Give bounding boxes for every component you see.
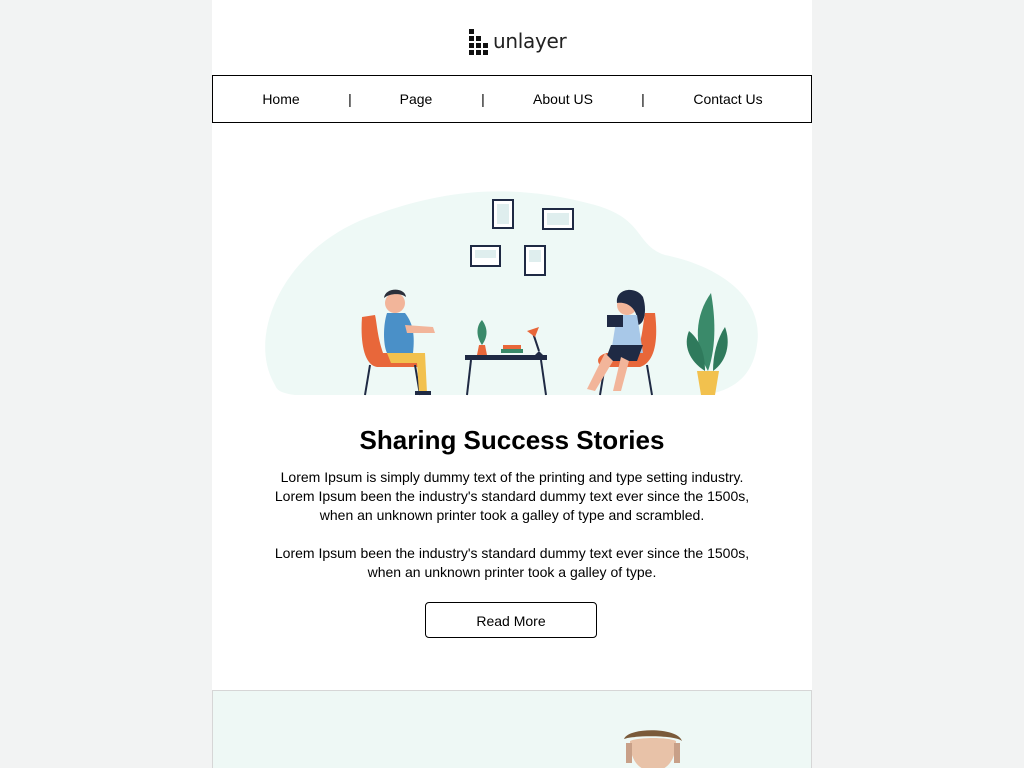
email-container: unlayer Home | Page | About US | Contact…	[212, 0, 812, 768]
nav-home[interactable]: Home	[262, 91, 299, 107]
secondary-paragraph: Lorem Ipsum been the industry's standard…	[274, 545, 750, 580]
nav-about-us[interactable]: About US	[533, 91, 593, 107]
intro-paragraph: Lorem Ipsum is simply dummy text of the …	[274, 469, 750, 523]
logo[interactable]: unlayer	[469, 28, 567, 58]
nav-separator: |	[481, 91, 485, 107]
page-title: Sharing Success Stories	[359, 425, 665, 455]
two-people-talking-illustration	[265, 191, 758, 396]
nav-contact-us[interactable]: Contact Us	[693, 91, 762, 107]
nav-separator: |	[641, 91, 645, 107]
nav-bar: Home | Page | About US | Contact Us	[212, 75, 812, 123]
header: unlayer	[212, 0, 812, 75]
read-more-button[interactable]: Read More	[425, 602, 597, 638]
testimonial-section	[212, 690, 812, 768]
logo-text: unlayer	[493, 29, 567, 53]
nav-page[interactable]: Page	[400, 91, 433, 107]
nav-separator: |	[348, 91, 352, 107]
man-portrait-photo	[624, 730, 682, 768]
unlayer-logo-icon	[469, 29, 488, 55]
